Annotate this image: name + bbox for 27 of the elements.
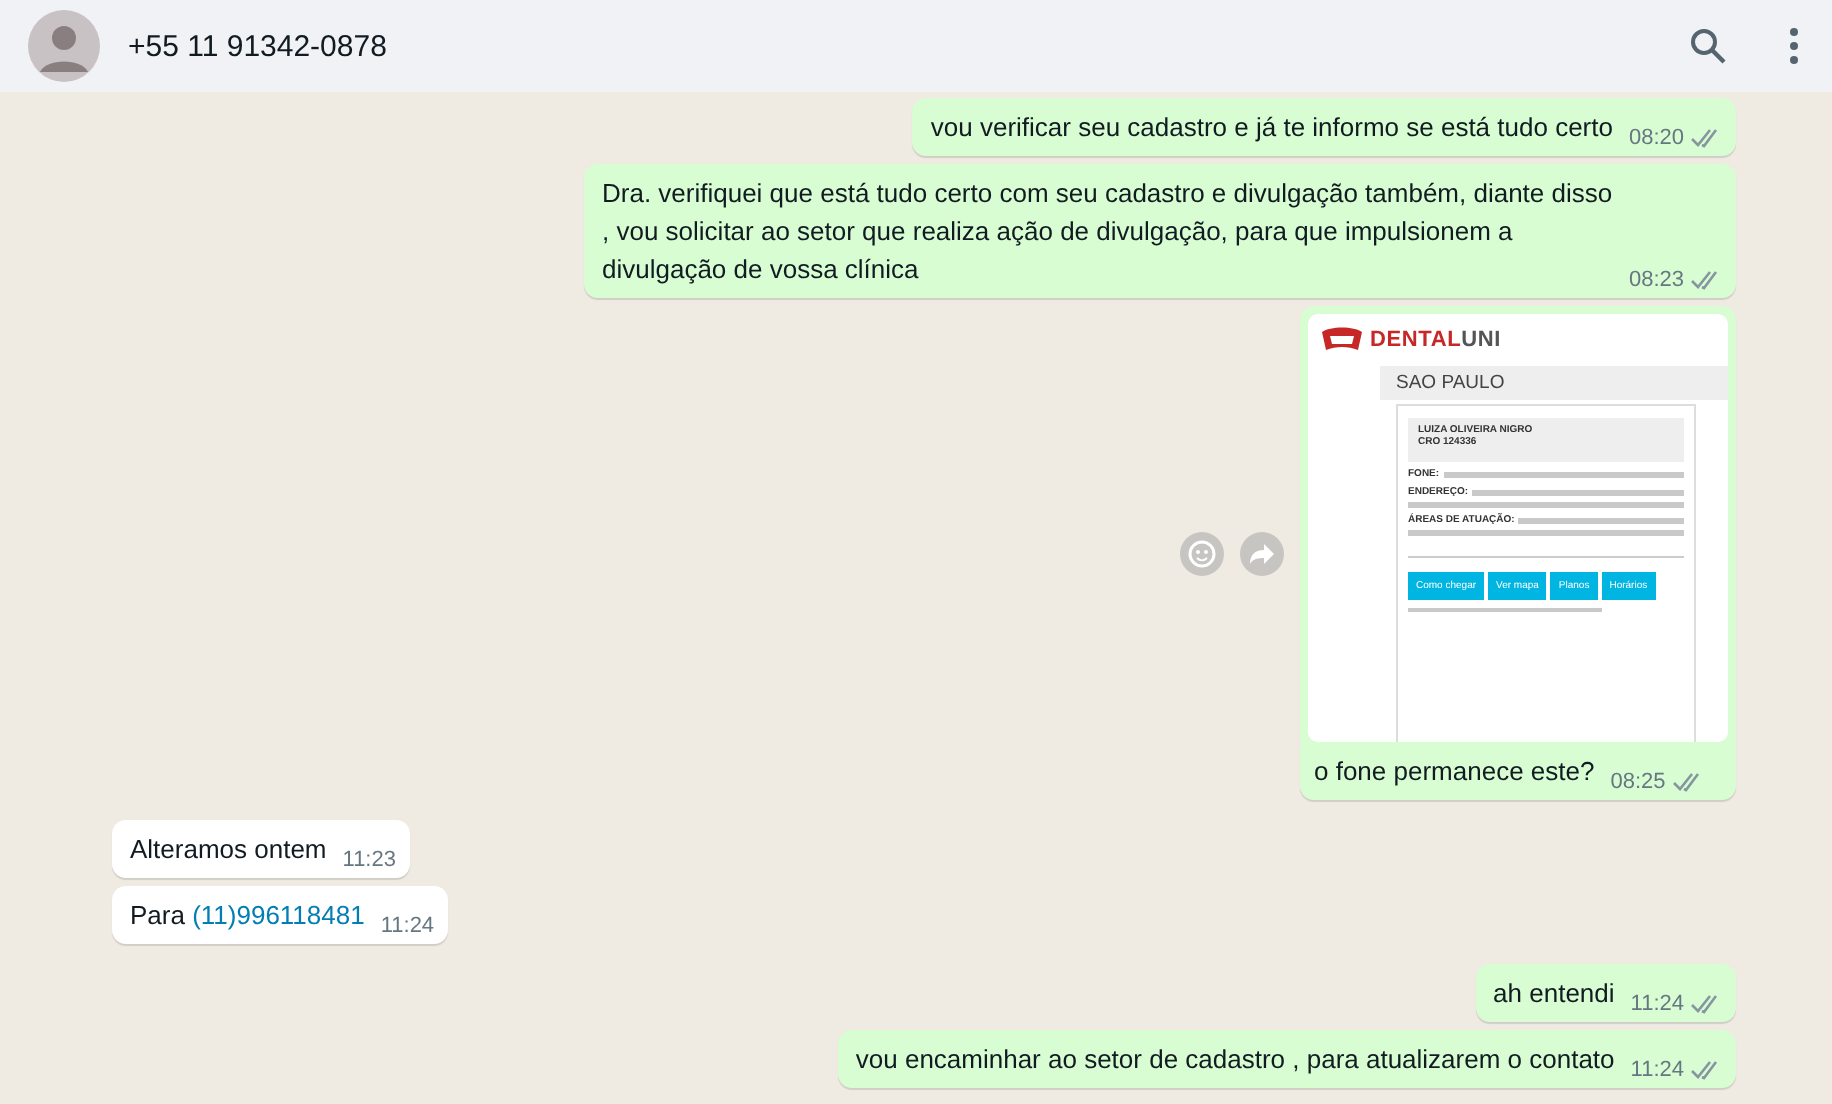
message-time: 11:24 [1630,989,1684,1019]
message-text: Alteramos ontem [130,832,327,868]
double-check-icon [1690,128,1722,148]
message-time: 08:20 [1628,123,1684,153]
phone-link[interactable]: (11)996118481 [192,900,365,930]
contact-name[interactable]: +55 11 91342-0878 [128,29,387,63]
message-time: 08:25 [1610,767,1666,797]
message-text: vou encaminhar ao setor de cadastro , para atualizarem o contato [855,1042,1615,1078]
menu-icon[interactable] [1788,26,1800,66]
message-time: 08:23 [1628,265,1684,295]
double-check-icon [1690,1060,1722,1080]
message-text: vou verificar seu cadastro e já te informo se está tudo certo [930,110,1613,146]
double-check-icon [1690,994,1722,1014]
search-icon[interactable] [1688,26,1728,66]
message-time: 11:24 [1630,1055,1684,1085]
double-check-icon [1671,772,1704,792]
message-text: Para (11)996118481 [130,898,365,934]
message-text: ah entendi [1493,976,1615,1012]
city-heading: SAO PAULO [1380,366,1728,400]
message-text: Dra. verifiquei que está tudo certo com seu cadastro e divulgação também, diante disso , vou solicitar ao setor que realiza ação de divulgação, para que impulsionem a divulgação de vossa clínica [602,176,1613,288]
message-time: 11:24 [380,911,435,941]
double-check-icon [1690,270,1722,290]
message-text: o fone permanece este? [1314,754,1595,790]
message-time: 11:23 [342,845,396,875]
logo-text: DENTALUNI [1370,328,1501,352]
logo-icon [1320,326,1364,354]
avatar-icon[interactable] [28,10,100,82]
